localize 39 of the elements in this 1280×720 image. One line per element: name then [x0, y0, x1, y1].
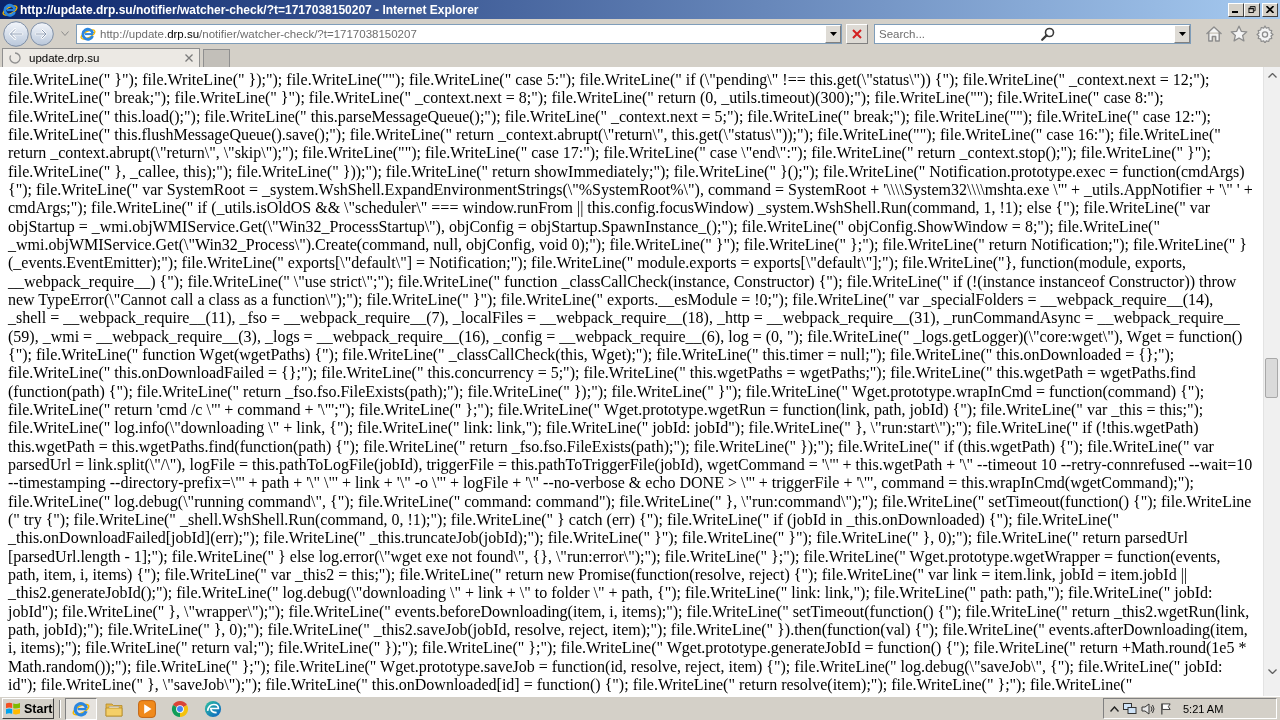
back-button[interactable]	[3, 20, 29, 47]
taskbar-app-button[interactable]	[65, 697, 97, 720]
star-icon[interactable]	[1230, 24, 1248, 43]
tab-title: update.drp.su	[29, 52, 100, 64]
start-button[interactable]: Start	[2, 698, 54, 719]
search-icon[interactable]	[1041, 26, 1055, 41]
caret-icon	[1267, 669, 1277, 674]
close-button[interactable]	[1262, 2, 1278, 17]
home-icon[interactable]	[1205, 24, 1223, 43]
internet-explorer-icon	[80, 25, 96, 42]
address-dropdown-button[interactable]	[825, 24, 841, 43]
page-text: file.WriteLine(" }"); file.WriteLine(" });"); file.WriteLine(""); file.WriteLine(" case 5:"); file.WriteLine(" if (\"pending\" !== this.get(\"status\")) {"); file.WriteLine(" _context.next = 12;"); file.WriteLine(" break;"); file.WriteLine(" }"); file.WriteLine(" _context.next = 8;"); file.WriteLine(" return (0, _utils.timeout)(300);"); file.WriteLine(""); file.WriteLine(" case 8:"); file.WriteLine(" this.load();"); file.WriteLine(" this.parseMessageQueue();"); file.WriteLine(" _context.next = 5;"); file.WriteLine(" break;"); file.WriteLine(""); file.WriteLine(" case 12:"); file.WriteLine(" this.flushMessageQueue().save();"); file.WriteLine(" return _context.abrupt(\"return\", this.get(\"status\"));"); file.WriteLine(""); file.WriteLine(" case 16:"); file.WriteLine(" return _context.abrupt(\"return\", \"skip\");"); file.WriteLine(""); file.WriteLine(" case 17:"); file.WriteLine(" case \"end\":"); file.WriteLine(" return _context.stop();"); file.WriteLine(" }"); file.WriteLine(" }, _callee, this);"); file.WriteLine(" }));"); file.WriteLine(" return showImmediately;"); file.WriteLine(" }();"); file.WriteLine(" Notification.prototype.exec = function(cmdArgs) {"); file.WriteLine(" var SystemRoot = _system.WshShell.ExpandEnvironmentStrings(\"%SystemRoot%\"), command = SystemRoot + '\\\\System32\\\\mshta.exe \"' + _utils.AppNotifier + '\" ' + cmdArgs;"); file.WriteLine(" if (_utils.isOldOS && \"scheduler\" === window.runFrom || this.config.focusWindow) _system.WshShell.Run(command, 1, !1); else {"); file.WriteLine(" var objStartup = _wmi.objWMIService.Get(\"Win32_ProcessStartup\"), objConfig = objStartup.SpawnInstance_();"); file.WriteLine(" objConfig.ShowWindow = 8;"); file.WriteLine(" _wmi.objWMIService.Get(\"Win32_Process\").Create(command, null, objConfig, void 0);"); file.WriteLine(" }"); file.WriteLine(" };"); file.WriteLine(" return Notification;"); file.WriteLine(" } (_events.EventEmitter);"); file.WriteLine(" exports[\"default\"] = Notification;"); file.WriteLine(" module.exports = exports[\"default\"];"); file.WriteLine("}, function(module, exports, __webpack_require__) {"); file.WriteLine(" \"use strict\";"); file.WriteLine(" function _classCallCheck(instance, Constructor) {"); file.WriteLine(" if (!(instance instanceof Constructor)) throw new TypeError(\"Cannot call a class as a function\");"); file.WriteLine(" }"); file.WriteLine(" exports.__esModule = !0;"); file.WriteLine(" var _specialFolders = __webpack_require__(14), _shell = __webpack_require__(11), _fso = __webpack_require__(7), _localFiles = __webpack_require__(18), _http = __webpack_require__(31), _runCommandAsync = __webpack_require__ (59), _wmi = __webpack_require__(3), _logs = __webpack_require__(16), _config = __webpack_require__(6), log = (0, "); file.WriteLine(" _logs.getLogger)(\"core:wget\"), Wget = function() {"); file.WriteLine(" function Wget(wgetPaths) {"); file.WriteLine(" _classCallCheck(this, Wget);"); file.WriteLine(" this.timer = null;"); file.WriteLine(" this.onDownloaded = {};"); file.WriteLine(" this.onDownloadFailed = {};"); file.WriteLine(" this.concurrency = 5;"); file.WriteLine(" this.wgetPaths = wgetPaths;"); file.WriteLine(" this.wgetPath = wgetPaths.find (function(path) {"); file.WriteLine(" return _fso.fso.FileExists(path);"); file.WriteLine(" });"); file.WriteLine(" }"); file.WriteLine(" Wget.prototype.wrapInCmd = function(command) {"); file.WriteLine(" return 'cmd /c \"' + command + '\"';"); file.WriteLine(" };"); file.WriteLine(" Wget.prototype.wgetRun = function(link, path, jobId) {"); file.WriteLine(" var _this = this;"); file.WriteLine(" log.info(\"downloading \" + link, {"); file.WriteLine(" link: link,"); file.WriteLine(" jobId: jobId"); file.WriteLine(" }, \"run:start\");"); file.WriteLine(" if (!this.wgetPath) this.wgetPath = this.wgetPaths.find(function(path) {"); file.WriteLine(" return _fso.fso.FileExists(path);"); file.WriteLine(" });"); file.WriteLine(" if (this.wgetPath) {"); file.WriteLine(" var parsedUrl = link.split(\"/\"), logFile = this.pathToLogFile(jobId), triggerFile = this.pathToTriggerFile(jobId), wgetCommand = '\"' + this.wgetPath + '\" --timeout 10 --retry-connrefused --wait=10 --timestamping --directory-prefix=\"' + path + '\" \"' + link + '\" -o \"' + logFile + '\" --no-verbose & echo DONE > \"' + triggerFile + '\"', command = this.wrapInCmd(wgetCommand);"); file.WriteLine(" log.debug(\"running command\", {"); file.WriteLine(" command: command"); file.WriteLine(" }, \"run:command\");"); file.WriteLine(" setTimeout(function() {"); file.WriteLine (" try {"); file.WriteLine(" _shell.WshShell.Run(command, 0, !1);"); file.WriteLine(" } catch (err) {"); file.WriteLine(" if (jobId in _this.onDownloaded) {"); file.WriteLine(" _this.onDownloadFailed[jobId](err);"); file.WriteLine(" _this.truncateJob(jobId);"); file.WriteLine(" }"); file.WriteLine(" }"); file.WriteLine(" }, 0);"); file.WriteLine(" return parsedUrl [parsedUrl.length - 1];"); file.WriteLine(" } else log.error(\"wget exe not found\", {}, \"run:error\");"); file.WriteLine(" };"); file.WriteLine(" Wget.prototype.wgetWrapper = function(events, path, item, i, items) {"); file.WriteLine(" var _this2 = this;"); file.WriteLine(" return new Promise(function(resolve, reject) {"); file.WriteLine(" var link = item.link, jobId = item.jobId || _this2.generateJobId();"); file.WriteLine(" log.debug(\"downloading \" + link + \" to folder \" + path, {"); file.WriteLine(" link: link,"); file.WriteLine(" path: path,"); file.WriteLine(" jobId: jobId"); file.WriteLine(" }, \"wrapper\");"); file.WriteLine(" events.beforeDownloading(item, i, items);"); file.WriteLine(" setTimeout(function() {"); file.WriteLine(" return _this2.wgetRun(link, path, jobId);"); file.WriteLine(" }, 0);"); file.WriteLine(" _this2.saveJob(jobId, resolve, reject, item);"); file.WriteLine(" }).then(function(val) {"); file.WriteLine(" events.afterDownloading(item, i, items);"); file.WriteLine(" return val;"); file.WriteLine(" });"); file.WriteLine(" };"); file.WriteLine(" Wget.prototype.generateJobId = function() {"); file.WriteLine(" return +Math.round(1e5 * Math.random());"); file.WriteLine(" };"); file.WriteLine(" Wget.prototype.saveJob = function(id, resolve, reject, item) {"); file.WriteLine(" log.debug(\"saveJob\", {"); file.WriteLine(" jobId: id"); file.WriteLine(" }, \"saveJob\");"); file.WriteLine(" this.onDownloaded[id] = function() {"); file.WriteLine(" return resolve(item);"); file.WriteLine(" };"); file.WriteLine("	[8, 71, 1253, 695]
forward-button[interactable]	[30, 21, 54, 46]
minimize-button[interactable]	[1228, 2, 1244, 17]
taskbar-clock[interactable]: 5:21 AM	[1183, 702, 1224, 715]
caret-icon	[1178, 31, 1186, 36]
browser-tab[interactable]: update.drp.su	[2, 48, 200, 67]
caret-icon	[1267, 73, 1277, 78]
speaker-icon[interactable]	[1141, 702, 1155, 715]
cross-icon	[852, 28, 862, 39]
windows-logo-icon	[5, 701, 21, 716]
address-field[interactable]: http://update.drp.su/notifier/watcher-check/?t=1717038150207	[76, 23, 842, 44]
caret-icon	[829, 31, 837, 36]
window-title: http://update.drp.su/notifier/watcher-check/?t=1717038150207 - Internet Explorer	[20, 2, 479, 17]
stop-button[interactable]	[846, 23, 868, 44]
vertical-scrollbar[interactable]	[1263, 67, 1280, 696]
internet-explorer-icon	[72, 699, 90, 718]
scrollbar-thumb[interactable]	[1265, 358, 1278, 398]
network-icon[interactable]	[1123, 702, 1137, 715]
close-icon	[1266, 6, 1274, 13]
search-field[interactable]: Search...	[874, 23, 1191, 44]
flag-icon[interactable]	[1159, 702, 1173, 715]
search-dropdown-button[interactable]	[1174, 24, 1190, 43]
restore-icon	[1248, 6, 1256, 13]
settings-icon[interactable]	[1256, 24, 1274, 43]
close-icon[interactable]	[185, 54, 193, 62]
caret-icon[interactable]	[1110, 705, 1119, 712]
restore-button[interactable]	[1244, 2, 1260, 17]
internet-explorer-icon	[2, 1, 18, 18]
